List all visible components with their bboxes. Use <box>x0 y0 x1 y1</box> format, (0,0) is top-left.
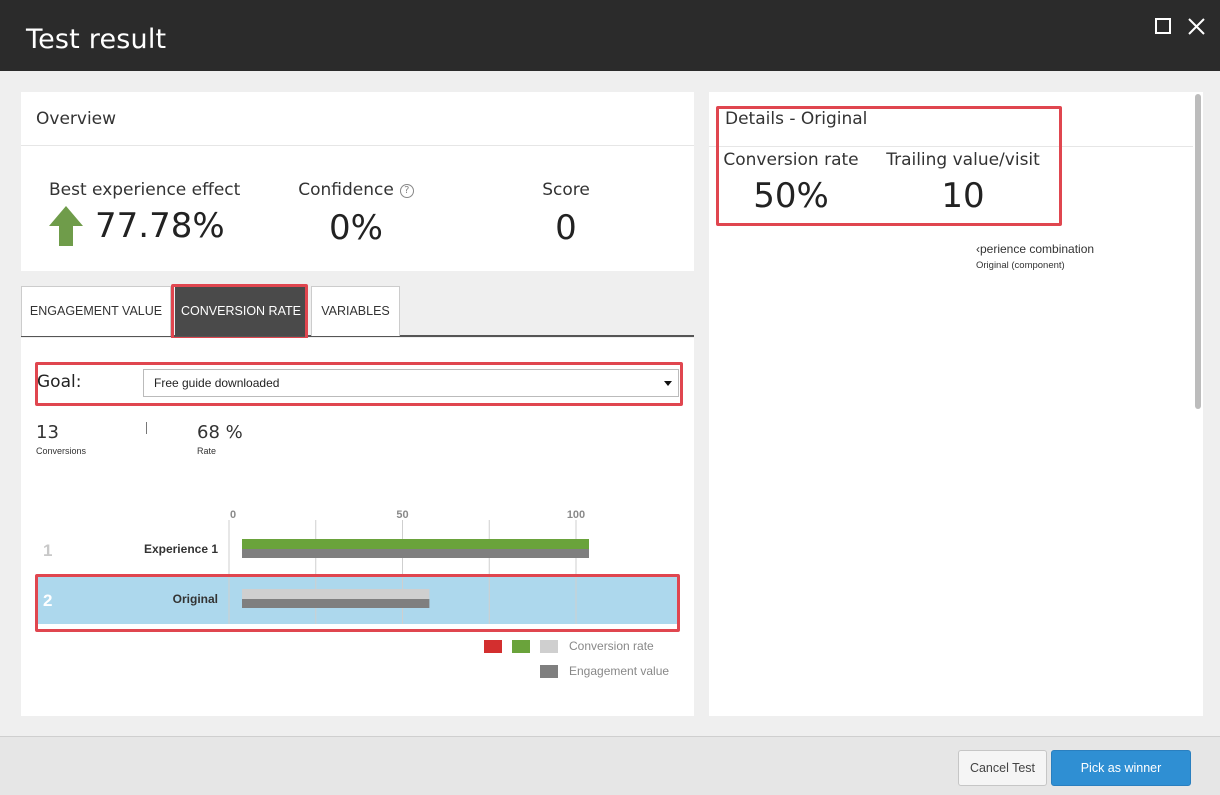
overview-panel: Overview Best experience effect 77.78% C… <box>21 92 694 271</box>
details-trailing-metric: Trailing value/visit 10 <box>884 150 1042 216</box>
details-conversion-label: Conversion rate <box>723 150 859 170</box>
x-tick-label: 100 <box>567 509 585 521</box>
overview-header: Overview <box>21 92 694 146</box>
row-name: Original <box>173 592 218 606</box>
score-value: 0 <box>555 208 577 248</box>
legend-swatch-positive <box>512 640 530 653</box>
window-title: Test result <box>26 24 167 55</box>
details-header: Details - Original <box>709 92 1203 147</box>
details-scroll-thumb[interactable] <box>1195 94 1201 409</box>
legend-swatch-conversion <box>540 640 558 653</box>
stat-divider <box>146 422 147 434</box>
rate-label: Rate <box>197 446 217 456</box>
conversions-stat: 13 Conversions <box>36 422 86 456</box>
conversions-label: Conversions <box>36 446 87 456</box>
goal-select-value: Free guide downloaded <box>154 376 280 390</box>
rate-value: 68 % <box>197 422 243 443</box>
bar-engagement-value <box>242 599 430 608</box>
bar-engagement-value <box>242 549 589 558</box>
help-icon[interactable]: ? <box>399 184 414 198</box>
score-metric: Score 0 <box>521 180 611 248</box>
details-conversion-metric: Conversion rate 50% <box>723 150 859 216</box>
chart-svg: 0 50 100 1 Experience 1 2 Original <box>37 509 679 624</box>
pick-winner-button[interactable]: Pick as winner <box>1051 750 1191 786</box>
confidence-label: Confidence <box>298 180 394 200</box>
tab-conversion-rate[interactable]: CONVERSION RATE <box>175 286 307 336</box>
experience-chart: 0 50 100 1 Experience 1 2 Original <box>21 508 694 718</box>
tab-engagement-value[interactable]: ENGAGEMENT VALUE <box>21 286 171 336</box>
best-effect-value: 77.78% <box>95 206 225 246</box>
title-bar: Test result <box>0 0 1220 71</box>
chevron-down-icon <box>664 381 672 386</box>
confidence-metric: Confidence? 0% <box>291 180 421 248</box>
cancel-test-button[interactable]: Cancel Test <box>958 750 1047 786</box>
legend-conversion-rate: Conversion rate <box>569 639 654 653</box>
conversion-rate-content: Goal: Free guide downloaded 13 Conversio… <box>21 338 694 716</box>
conversions-value: 13 <box>36 422 59 443</box>
close-icon[interactable] <box>1186 16 1208 38</box>
combination-info: ‹perience combination Original (componen… <box>976 242 1094 271</box>
row-rank: 1 <box>43 541 52 560</box>
best-effect-metric: Best experience effect 77.78% <box>49 180 241 246</box>
row-rank: 2 <box>43 591 52 610</box>
best-effect-label: Best experience effect <box>49 180 241 200</box>
goal-select[interactable]: Free guide downloaded <box>143 369 679 397</box>
legend-swatch-engagement <box>540 665 558 678</box>
up-arrow-icon <box>49 206 83 246</box>
maximize-icon[interactable] <box>1153 16 1175 38</box>
legend-swatch-negative <box>484 640 502 653</box>
details-trailing-label: Trailing value/visit <box>886 150 1040 170</box>
legend-engagement-value: Engagement value <box>569 664 670 678</box>
row-name: Experience 1 <box>144 542 218 556</box>
details-trailing-value: 10 <box>941 176 985 216</box>
rate-stat: 68 % Rate <box>197 422 243 456</box>
details-panel: Details - Original Conversion rate 50% T… <box>709 92 1203 716</box>
goal-label: Goal: <box>37 372 82 392</box>
confidence-value: 0% <box>329 208 383 248</box>
footer: Cancel Test Pick as winner <box>0 736 1220 795</box>
tab-variables[interactable]: VARIABLES <box>311 286 400 336</box>
tabs-area: ENGAGEMENT VALUE CONVERSION RATE VARIABL… <box>21 284 694 716</box>
combination-sub: Original (component) <box>976 260 1065 271</box>
bar-conversion-rate <box>242 539 589 549</box>
score-label: Score <box>542 180 590 200</box>
x-tick-label: 50 <box>396 509 408 521</box>
details-conversion-value: 50% <box>753 176 829 216</box>
bar-conversion-rate <box>242 589 430 599</box>
combination-label: ‹perience combination <box>976 242 1095 256</box>
x-tick-label: 0 <box>230 509 236 521</box>
tab-bar: ENGAGEMENT VALUE CONVERSION RATE VARIABL… <box>21 286 694 337</box>
